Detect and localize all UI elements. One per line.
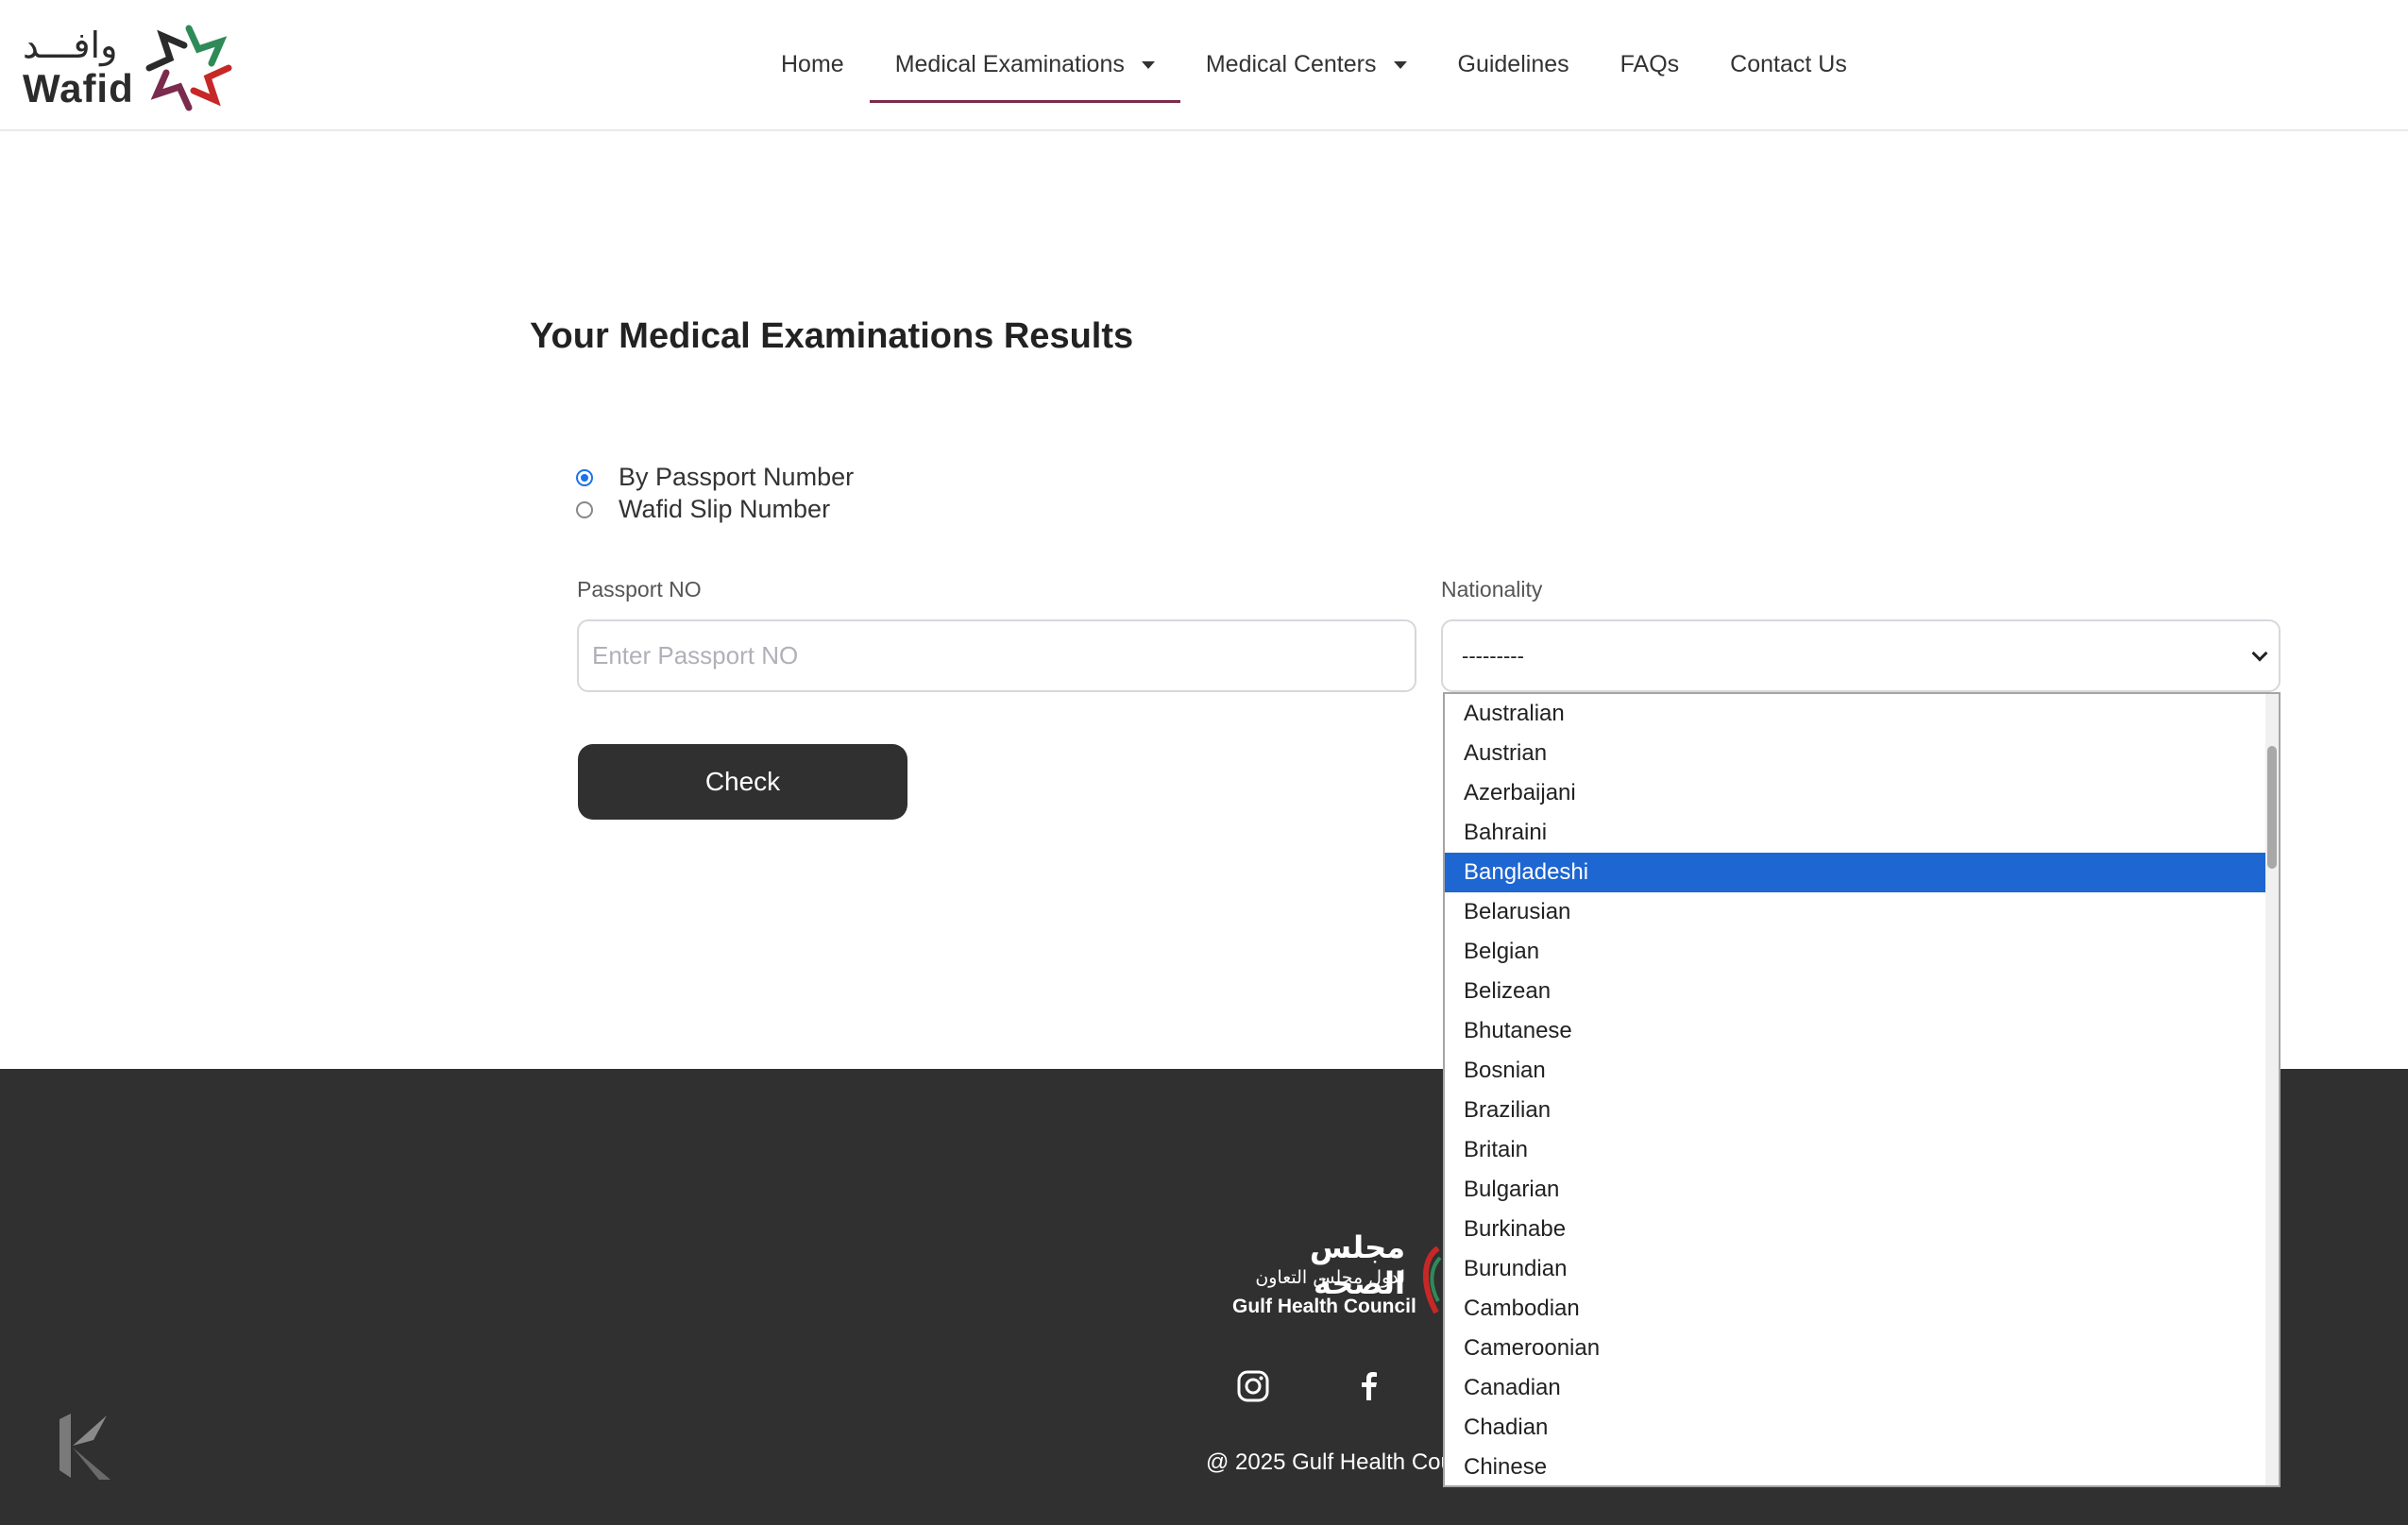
nationality-label: Nationality — [1441, 577, 1543, 602]
radio-label-slip: Wafid Slip Number — [619, 495, 831, 523]
dropdown-option[interactable]: Burkinabe — [1445, 1210, 2279, 1249]
dropdown-option[interactable]: Bangladeshi — [1445, 853, 2279, 892]
dropdown-option[interactable]: Belarusian — [1445, 892, 2279, 932]
dropdown-option[interactable]: Brazilian — [1445, 1091, 2279, 1130]
caret-down-icon — [1393, 60, 1407, 69]
dropdown-option[interactable]: Bahraini — [1445, 813, 2279, 853]
dropdown-option[interactable]: Azerbaijani — [1445, 773, 2279, 813]
nationality-select[interactable]: --------- — [1441, 619, 2281, 692]
page-title: Your Medical Examinations Results — [530, 316, 1134, 356]
nav-contact-us-label: Contact Us — [1730, 51, 1847, 77]
nav-medical-examinations[interactable]: Medical Examinations — [869, 0, 1181, 129]
site-header: وافـــد Wafid Home Medical Examinations … — [0, 0, 2408, 131]
dropdown-option[interactable]: Belizean — [1445, 972, 2279, 1011]
caret-down-icon — [1141, 60, 1155, 69]
chevron-down-icon — [2251, 645, 2268, 662]
dropdown-scrollbar-thumb[interactable] — [2267, 746, 2277, 869]
dropdown-option[interactable]: Australian — [1445, 694, 2279, 734]
radio-button-checked[interactable] — [576, 468, 593, 486]
nav-faqs-label: FAQs — [1619, 51, 1680, 77]
facebook-icon[interactable] — [1352, 1369, 1386, 1403]
wafid-star-icon — [145, 25, 232, 111]
dropdown-scrollbar[interactable] — [2265, 694, 2279, 1485]
dropdown-option[interactable]: Cameroonian — [1445, 1329, 2279, 1368]
nav-contact-us[interactable]: Contact Us — [1704, 0, 1873, 129]
nav-faqs[interactable]: FAQs — [1595, 0, 1705, 129]
wafid-logo[interactable]: وافـــد Wafid — [21, 21, 247, 115]
check-button[interactable]: Check — [578, 744, 907, 820]
nav-guidelines[interactable]: Guidelines — [1433, 0, 1595, 129]
k-logo-icon — [59, 1414, 110, 1480]
nav-medical-examinations-label: Medical Examinations — [894, 51, 1125, 77]
main-nav: Home Medical Examinations Medical Center… — [755, 0, 1873, 129]
dropdown-option[interactable]: Bulgarian — [1445, 1170, 2279, 1210]
dropdown-option[interactable]: Britain — [1445, 1130, 2279, 1170]
council-emblem-icon — [1422, 1246, 1442, 1314]
copyright-text: @ 2025 Gulf Health Coun — [1206, 1449, 1467, 1475]
dropdown-option[interactable]: Belgian — [1445, 932, 2279, 972]
dropdown-option[interactable]: Burundian — [1445, 1249, 2279, 1289]
passport-label: Passport NO — [577, 577, 702, 602]
radio-label-passport: By Passport Number — [619, 463, 855, 491]
passport-input[interactable] — [577, 619, 1416, 692]
nationality-selected-value: --------- — [1462, 643, 1524, 668]
gulf-health-council-logo: مجلس الصحة لدول مجلس التعاون Gulf Health… — [1230, 1229, 1457, 1324]
logo-english-text: Wafid — [23, 66, 134, 110]
radio-button[interactable] — [576, 500, 593, 518]
nav-guidelines-label: Guidelines — [1457, 51, 1569, 77]
instagram-icon[interactable] — [1236, 1369, 1270, 1403]
logo-arabic-text: وافـــد — [23, 25, 118, 66]
radio-wafid-slip-number[interactable]: Wafid Slip Number — [576, 495, 830, 524]
nav-medical-centers-label: Medical Centers — [1205, 51, 1377, 77]
council-arabic-title: مجلس الصحة — [1309, 1229, 1405, 1301]
dropdown-option[interactable]: Bosnian — [1445, 1051, 2279, 1091]
nav-home[interactable]: Home — [755, 0, 870, 129]
radio-by-passport-number[interactable]: By Passport Number — [576, 463, 854, 492]
nav-medical-centers[interactable]: Medical Centers — [1180, 0, 1433, 129]
dropdown-option[interactable]: Cambodian — [1445, 1289, 2279, 1329]
dropdown-option[interactable]: Austrian — [1445, 734, 2279, 773]
nav-home-label: Home — [781, 51, 844, 77]
council-english-name: Gulf Health Council — [1232, 1296, 1416, 1317]
dropdown-option[interactable]: Bhutanese — [1445, 1011, 2279, 1051]
dropdown-option[interactable]: Chadian — [1445, 1408, 2279, 1448]
dropdown-option[interactable]: Chinese — [1445, 1448, 2279, 1485]
dropdown-option[interactable]: Canadian — [1445, 1368, 2279, 1408]
council-arabic-subtitle: لدول مجلس التعاون — [1255, 1267, 1405, 1288]
nationality-dropdown-list: Australian Austrian Azerbaijani Bahraini Ban… — [1443, 692, 2281, 1487]
